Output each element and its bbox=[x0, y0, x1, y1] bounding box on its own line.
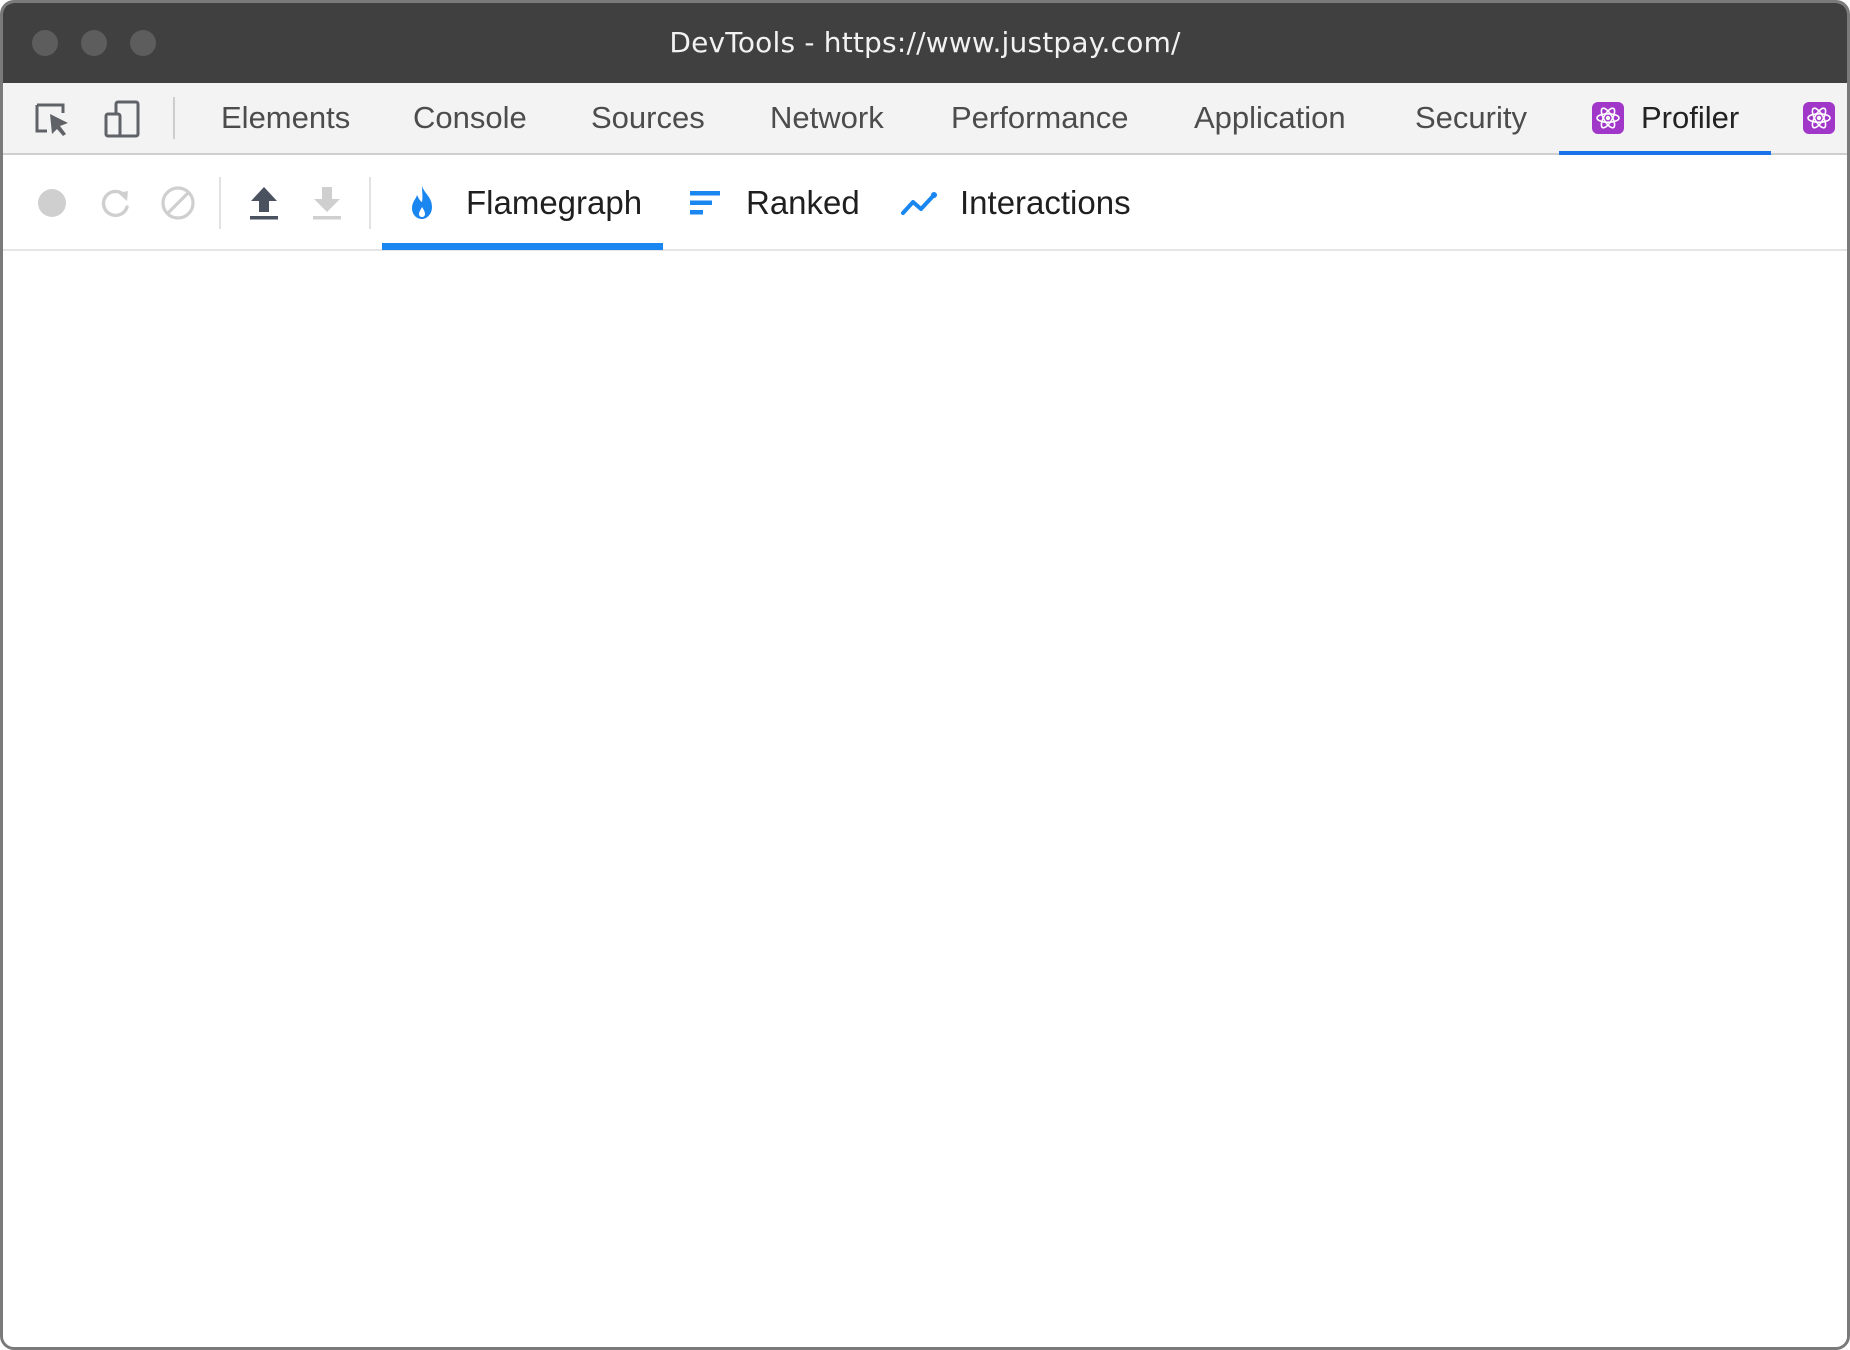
profiler-content-area bbox=[3, 251, 1847, 1347]
ranked-bars-icon bbox=[686, 183, 726, 223]
profiler-toolbar-divider bbox=[219, 177, 221, 229]
tab-ranked-label: Ranked bbox=[746, 184, 860, 221]
react-icon bbox=[1592, 102, 1624, 134]
tab-flamegraph[interactable]: Flamegraph bbox=[382, 155, 663, 247]
inspect-element-icon[interactable] bbox=[33, 99, 73, 139]
record-icon[interactable] bbox=[30, 181, 74, 225]
profiler-toolbar-divider bbox=[369, 177, 371, 229]
tab-flamegraph-label: Flamegraph bbox=[466, 184, 643, 221]
toolbar-divider bbox=[173, 97, 175, 139]
window-title: DevTools - https://www.justpay.com/ bbox=[669, 26, 1181, 59]
title-bar: DevTools - https://www.justpay.com/ bbox=[3, 3, 1847, 83]
active-view-indicator bbox=[382, 243, 663, 250]
react-components-tab-icon[interactable] bbox=[1803, 102, 1835, 134]
tab-application[interactable]: Application bbox=[1194, 83, 1346, 153]
tab-performance[interactable]: Performance bbox=[951, 83, 1128, 153]
device-toolbar-icon[interactable] bbox=[103, 99, 143, 139]
profiler-toolbar: Flamegraph Ranked Interactions bbox=[3, 155, 1847, 251]
tab-security[interactable]: Security bbox=[1415, 83, 1527, 153]
tab-profiler[interactable]: Profiler bbox=[1641, 83, 1739, 153]
tab-elements[interactable]: Elements bbox=[221, 83, 350, 153]
tab-interactions[interactable]: Interactions bbox=[896, 155, 1156, 247]
tab-sources[interactable]: Sources bbox=[591, 83, 705, 153]
tab-console[interactable]: Console bbox=[413, 83, 527, 153]
clear-icon[interactable] bbox=[156, 181, 200, 225]
line-chart-icon bbox=[899, 183, 939, 223]
tab-network[interactable]: Network bbox=[770, 83, 884, 153]
download-icon[interactable] bbox=[305, 181, 349, 225]
flame-icon bbox=[402, 183, 442, 223]
upload-icon[interactable] bbox=[242, 181, 286, 225]
tab-interactions-label: Interactions bbox=[960, 184, 1131, 221]
reload-icon[interactable] bbox=[93, 181, 137, 225]
devtools-main-toolbar: Elements Console Sources Network Perform… bbox=[3, 83, 1847, 155]
tab-ranked[interactable]: Ranked bbox=[683, 155, 863, 247]
devtools-window: DevTools - https://www.justpay.com/ Elem… bbox=[0, 0, 1850, 1350]
